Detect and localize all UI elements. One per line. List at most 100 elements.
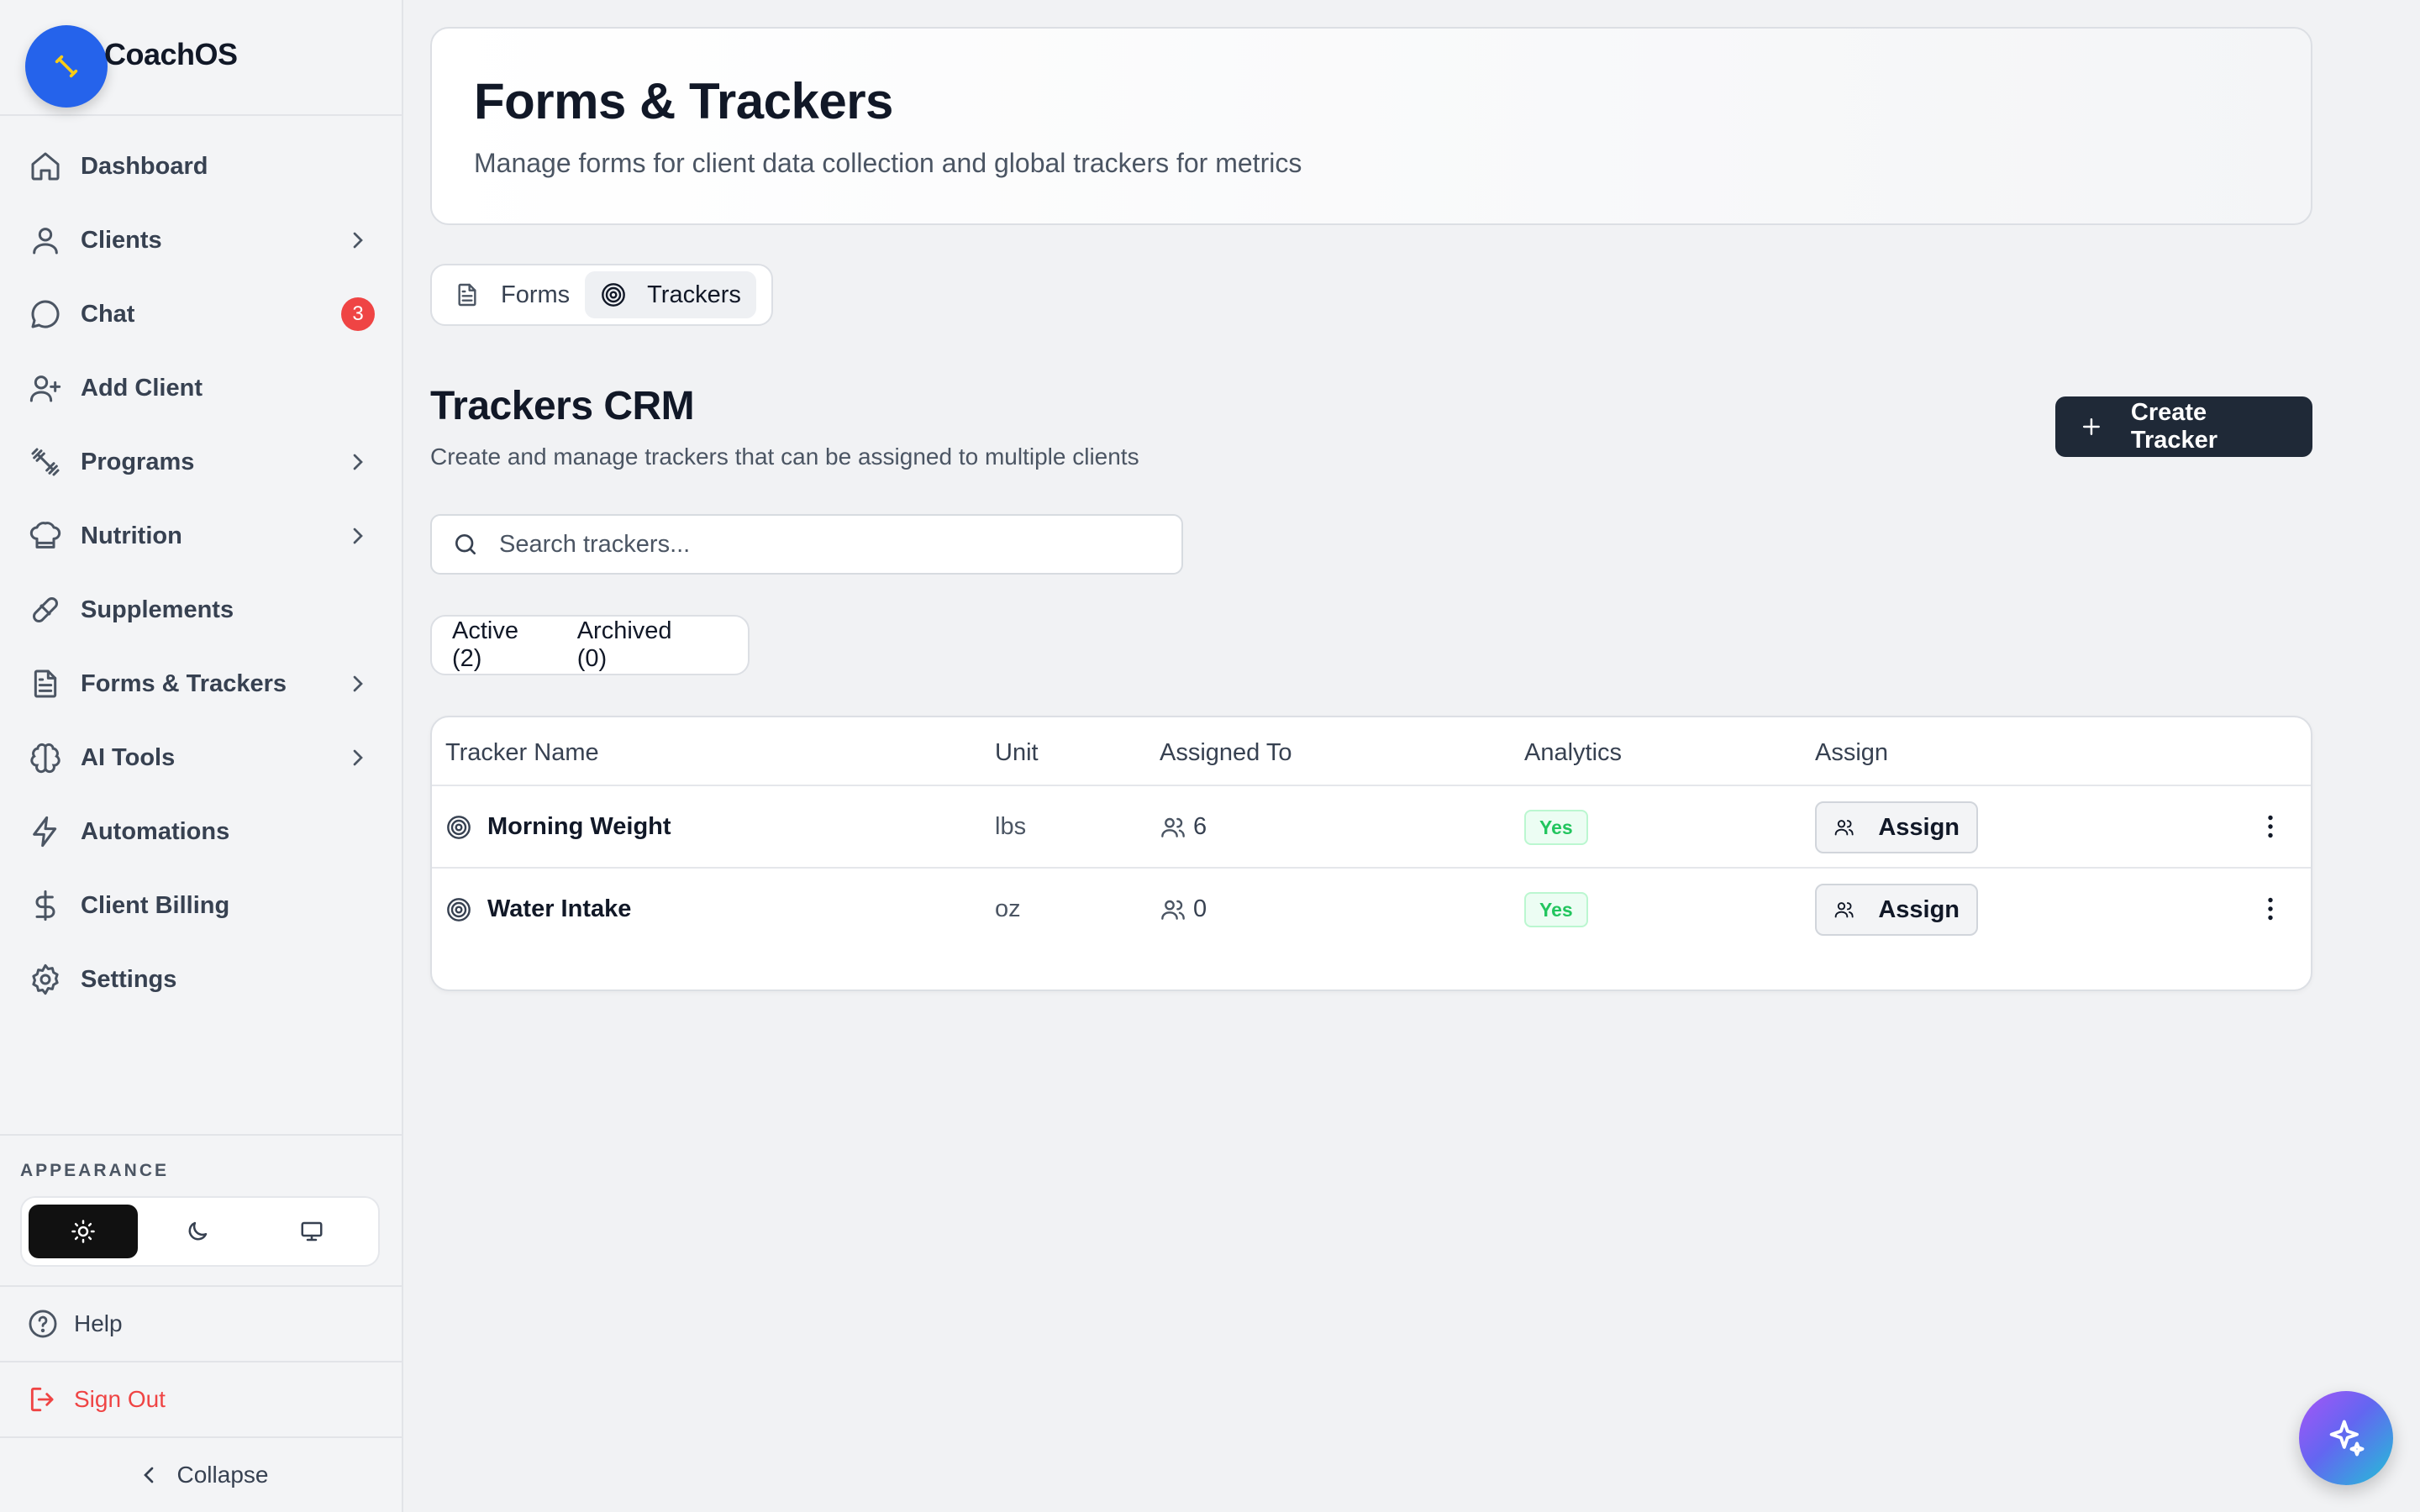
sidebar-item-supplements[interactable]: Supplements bbox=[0, 573, 403, 647]
more-vertical-icon[interactable] bbox=[2255, 811, 2286, 842]
page-subtitle: Manage forms for client data collection … bbox=[474, 148, 1302, 178]
more-vertical-icon[interactable] bbox=[2255, 894, 2286, 924]
appearance-section: APPEARANCE bbox=[0, 1134, 403, 1285]
dumbbell-logo-icon bbox=[55, 55, 78, 78]
sidebar-item-nutrition[interactable]: Nutrition bbox=[0, 499, 403, 573]
section-title: Trackers CRM bbox=[430, 384, 695, 428]
assign-button[interactable]: Assign bbox=[1815, 884, 1978, 936]
users-icon bbox=[1834, 820, 1854, 836]
dollar-icon bbox=[29, 889, 62, 922]
filter-active[interactable]: Active (2) bbox=[452, 617, 545, 673]
moon-icon bbox=[188, 1221, 208, 1241]
tracker-unit: oz bbox=[995, 895, 1021, 922]
tab-forms[interactable]: Forms bbox=[439, 271, 585, 318]
chevron-right-icon bbox=[353, 749, 363, 766]
sparkles-icon bbox=[2329, 1420, 2365, 1457]
assigned-count: 6 bbox=[1193, 813, 1207, 840]
theme-system-button[interactable] bbox=[257, 1205, 366, 1258]
page-header: Forms & Trackers Manage forms for client… bbox=[430, 27, 2312, 225]
filter-archived[interactable]: Archived (0) bbox=[577, 617, 696, 673]
dumbbell-icon bbox=[29, 445, 62, 479]
chevron-right-icon bbox=[353, 675, 363, 692]
theme-light-button[interactable] bbox=[29, 1205, 138, 1258]
brand-logo[interactable] bbox=[25, 25, 108, 108]
sidebar-item-chat[interactable]: Chat 3 bbox=[0, 277, 403, 351]
sidebar-item-automations[interactable]: Automations bbox=[0, 795, 403, 869]
search-box bbox=[430, 514, 1183, 575]
chevron-left-icon bbox=[143, 1467, 153, 1483]
tracker-name-cell: Water Intake bbox=[445, 895, 631, 923]
sidebar-item-label: Nutrition bbox=[81, 522, 182, 549]
sidebar-item-settings[interactable]: Settings bbox=[0, 942, 403, 1016]
sidebar-item-add-client[interactable]: Add Client bbox=[0, 351, 403, 425]
sidebar-item-label: Programs bbox=[81, 448, 195, 475]
table-row[interactable]: Morning Weight lbs 6 Yes Assign bbox=[432, 786, 2311, 869]
user-plus-icon bbox=[29, 371, 62, 405]
trackers-table: Tracker Name Unit Assigned To Analytics … bbox=[430, 716, 2312, 991]
sidebar-item-clients[interactable]: Clients bbox=[0, 203, 403, 277]
sidebar-nav: Dashboard Clients Chat 3 Add Client Prog… bbox=[0, 129, 403, 1016]
search-icon bbox=[455, 534, 476, 554]
sun-icon bbox=[71, 1220, 95, 1243]
sidebar-item-forms-trackers[interactable]: Forms & Trackers bbox=[0, 647, 403, 721]
help-label: Help bbox=[74, 1310, 123, 1336]
sidebar-item-label: Clients bbox=[81, 226, 162, 254]
collapse-label: Collapse bbox=[176, 1462, 269, 1488]
sidebar-item-dashboard[interactable]: Dashboard bbox=[0, 129, 403, 203]
sidebar: CoachOS Dashboard Clients Chat 3 Add Cli… bbox=[0, 0, 403, 1512]
analytics-badge: Yes bbox=[1524, 810, 1588, 845]
sign-out-label: Sign Out bbox=[74, 1386, 166, 1412]
sidebar-item-ai-tools[interactable]: AI Tools bbox=[0, 721, 403, 795]
brand: CoachOS bbox=[0, 0, 402, 116]
pill-icon bbox=[29, 593, 62, 627]
status-filter-tabs: Active (2) Archived (0) bbox=[430, 615, 750, 675]
column-header-assigned: Assigned To bbox=[1160, 739, 1292, 766]
help-button[interactable]: Help bbox=[0, 1285, 403, 1361]
tracker-unit: lbs bbox=[995, 813, 1027, 840]
table-header: Tracker Name Unit Assigned To Analytics … bbox=[432, 717, 2311, 786]
column-header-name: Tracker Name bbox=[445, 739, 599, 766]
chevron-right-icon bbox=[353, 454, 363, 470]
ai-assistant-button[interactable] bbox=[2299, 1391, 2393, 1485]
sidebar-item-label: Supplements bbox=[81, 596, 234, 623]
plus-icon bbox=[2082, 418, 2100, 435]
users-icon bbox=[1834, 902, 1854, 918]
sidebar-item-label: Client Billing bbox=[81, 891, 230, 919]
section-subtitle: Create and manage trackers that can be a… bbox=[430, 444, 1139, 470]
tab-trackers[interactable]: Trackers bbox=[585, 271, 756, 318]
sidebar-item-client-billing[interactable]: Client Billing bbox=[0, 869, 403, 942]
file-text-icon bbox=[458, 283, 476, 307]
page-title: Forms & Trackers bbox=[474, 73, 893, 129]
assigned-count-cell: 6 bbox=[1160, 813, 1207, 841]
chevron-right-icon bbox=[353, 232, 363, 249]
column-header-analytics: Analytics bbox=[1524, 739, 1623, 766]
file-text-icon bbox=[29, 667, 62, 701]
unread-badge: 3 bbox=[341, 297, 375, 331]
sidebar-item-label: Forms & Trackers bbox=[81, 669, 287, 697]
search-input[interactable] bbox=[499, 530, 1155, 559]
collapse-button[interactable]: Collapse bbox=[0, 1436, 403, 1512]
sidebar-item-programs[interactable]: Programs bbox=[0, 425, 403, 499]
users-icon bbox=[1161, 817, 1185, 837]
assign-label: Assign bbox=[1878, 813, 1960, 841]
gear-icon bbox=[29, 963, 62, 996]
log-out-icon bbox=[30, 1387, 54, 1412]
create-tracker-button[interactable]: Create Tracker bbox=[2055, 396, 2312, 457]
assigned-count-cell: 0 bbox=[1160, 895, 1207, 923]
appearance-title: APPEARANCE bbox=[20, 1161, 170, 1180]
sidebar-item-label: Chat bbox=[81, 300, 135, 328]
chat-bubble-icon bbox=[29, 297, 62, 331]
sign-out-button[interactable]: Sign Out bbox=[0, 1361, 403, 1436]
tracker-name-cell: Morning Weight bbox=[445, 813, 671, 841]
column-header-unit: Unit bbox=[995, 739, 1039, 766]
user-icon bbox=[29, 223, 62, 257]
home-icon bbox=[29, 150, 62, 183]
brain-icon bbox=[29, 741, 62, 774]
forms-trackers-tabs: Forms Trackers bbox=[430, 264, 773, 326]
tracker-name: Morning Weight bbox=[487, 813, 671, 840]
analytics-badge: Yes bbox=[1524, 892, 1588, 927]
target-icon bbox=[602, 283, 626, 307]
table-row[interactable]: Water Intake oz 0 Yes Assign bbox=[432, 869, 2311, 951]
assign-button[interactable]: Assign bbox=[1815, 801, 1978, 853]
theme-dark-button[interactable] bbox=[143, 1205, 252, 1258]
